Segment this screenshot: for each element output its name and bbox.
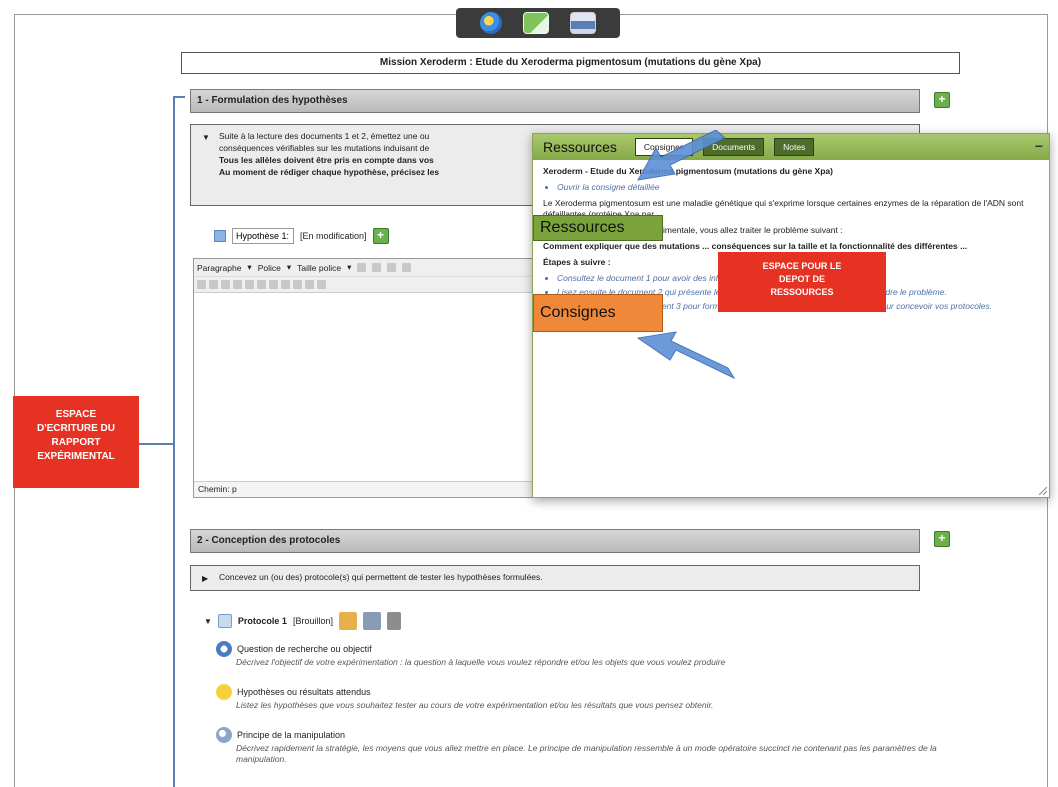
- target-icon: [216, 641, 232, 657]
- mission-title: Mission Xeroderm : Etude du Xeroderma pi…: [181, 52, 960, 74]
- format-select[interactable]: Paragraphe: [197, 263, 241, 273]
- protocol-item: Hypothèses ou résultats attendus Listez …: [216, 684, 956, 711]
- export-icon[interactable]: [522, 12, 549, 34]
- hypothesis-title-input[interactable]: [232, 228, 294, 244]
- protocol-item: Principe de la manipulation Décrivez rap…: [216, 727, 956, 765]
- copy-icon[interactable]: [221, 280, 230, 289]
- collapse-triangle-icon[interactable]: ▼: [202, 132, 210, 144]
- expand-triangle-icon[interactable]: ▼: [204, 617, 212, 626]
- protocol-row: ▼ Protocole 1 [Brouillon]: [204, 612, 401, 630]
- unlink-icon[interactable]: [269, 280, 278, 289]
- item-title: Hypothèses ou résultats attendus: [237, 687, 371, 697]
- problem-statement: Comment expliquer que des mutations ... …: [543, 241, 968, 251]
- minimize-icon[interactable]: −: [1035, 138, 1043, 154]
- callout-line: DEPOT DE: [778, 274, 825, 284]
- callout-line: RESSOURCES: [770, 287, 834, 297]
- callout-line: EXPÉRIMENTAL: [37, 451, 115, 462]
- resources-header[interactable]: Ressources Consignes Documents Notes −: [533, 134, 1049, 160]
- writing-space-callout: ESPACE D'ECRITURE DU RAPPORT EXPÉRIMENTA…: [13, 396, 139, 488]
- callout-line: ESPACE POUR LE: [762, 261, 842, 271]
- expand-triangle-icon[interactable]: ▶: [202, 573, 208, 585]
- protocol-title: Protocole 1: [237, 616, 287, 626]
- report-bracket: [173, 96, 175, 787]
- consignes-callout: Consignes: [533, 294, 663, 332]
- table-icon[interactable]: [293, 280, 302, 289]
- hr-icon[interactable]: [317, 280, 326, 289]
- cut-icon[interactable]: [209, 280, 218, 289]
- callout-line: ESPACE: [55, 409, 97, 420]
- section-header-hypotheses[interactable]: 1 - Formulation des hypothèses: [190, 89, 920, 113]
- arrow-to-tab-icon: [637, 130, 726, 181]
- editor-path: Chemin: p: [194, 481, 537, 497]
- undo-icon[interactable]: [233, 280, 242, 289]
- item-desc: Listez les hypothèses que vous souhaitez…: [236, 700, 714, 710]
- hypothesis-status: [En modification]: [300, 231, 367, 241]
- resource-space-callout: ESPACE POUR LE DEPOT DE RESSOURCES: [718, 252, 886, 312]
- list-icon[interactable]: [402, 263, 412, 272]
- lightbulb-icon: [216, 684, 232, 700]
- redo-icon[interactable]: [245, 280, 254, 289]
- image-icon[interactable]: [281, 280, 290, 289]
- add-section-icon[interactable]: +: [934, 92, 950, 108]
- align-center-icon[interactable]: [372, 263, 382, 272]
- size-select[interactable]: Taille police: [297, 263, 341, 273]
- resources-title: Ressources: [543, 139, 617, 155]
- magnifier-icon: [216, 727, 232, 743]
- callout-line: D'ECRITURE DU: [37, 423, 115, 434]
- align-left-icon[interactable]: [357, 263, 367, 272]
- resize-handle-icon[interactable]: [1039, 487, 1047, 495]
- item-desc: Décrivez rapidement la stratégie, les mo…: [236, 743, 937, 764]
- resources-heading: Xeroderm - Etude du Xeroderma pigmentosu…: [543, 166, 833, 176]
- link-icon[interactable]: [257, 280, 266, 289]
- hypothesis-row: [En modification] +: [214, 228, 389, 244]
- instruction-line: Concevez un (ou des) protocole(s) qui pe…: [219, 572, 543, 582]
- ressources-callout: Ressources: [533, 215, 663, 241]
- paste-icon[interactable]: [197, 280, 206, 289]
- section-title: 1 - Formulation des hypothèses: [197, 95, 348, 106]
- section-header-protocoles[interactable]: 2 - Conception des protocoles: [190, 529, 920, 553]
- omega-icon[interactable]: [305, 280, 314, 289]
- item-desc: Décrivez l'objectif de votre expérimenta…: [236, 657, 726, 667]
- editor-toolbar-2: [194, 277, 537, 293]
- globe-icon[interactable]: [480, 12, 503, 34]
- top-toolbar: [456, 8, 620, 38]
- align-right-icon[interactable]: [387, 263, 397, 272]
- tab-notes[interactable]: Notes: [774, 138, 815, 156]
- bracket-tick: [173, 96, 185, 98]
- item-title: Question de recherche ou objectif: [237, 644, 372, 654]
- protocol-status: [Brouillon]: [292, 616, 333, 626]
- item-title: Principe de la manipulation: [237, 730, 346, 740]
- callout-line: RAPPORT: [51, 437, 101, 448]
- bracket-connector: [139, 443, 173, 445]
- rich-text-editor[interactable]: Paragraphe ▾ Police ▾ Taille police ▾ Chemi…: [193, 258, 538, 498]
- section-title: 2 - Conception des protocoles: [197, 535, 341, 546]
- edit-icon[interactable]: [338, 612, 357, 630]
- add-section-icon[interactable]: +: [934, 531, 950, 547]
- protocol-item: Question de recherche ou objectif Décriv…: [216, 641, 956, 668]
- editor-toolbar: Paragraphe ▾ Police ▾ Taille police ▾: [194, 259, 537, 277]
- section2-instructions: ▶ Concevez un (ou des) protocole(s) qui …: [190, 565, 920, 591]
- document-icon: [214, 230, 226, 242]
- save-hypothesis-icon[interactable]: +: [372, 228, 389, 244]
- copy-icon[interactable]: [362, 612, 381, 630]
- trash-icon[interactable]: [386, 612, 401, 630]
- print-icon[interactable]: [569, 12, 596, 34]
- font-select[interactable]: Police: [258, 263, 281, 273]
- protocol-doc-icon: [217, 614, 232, 628]
